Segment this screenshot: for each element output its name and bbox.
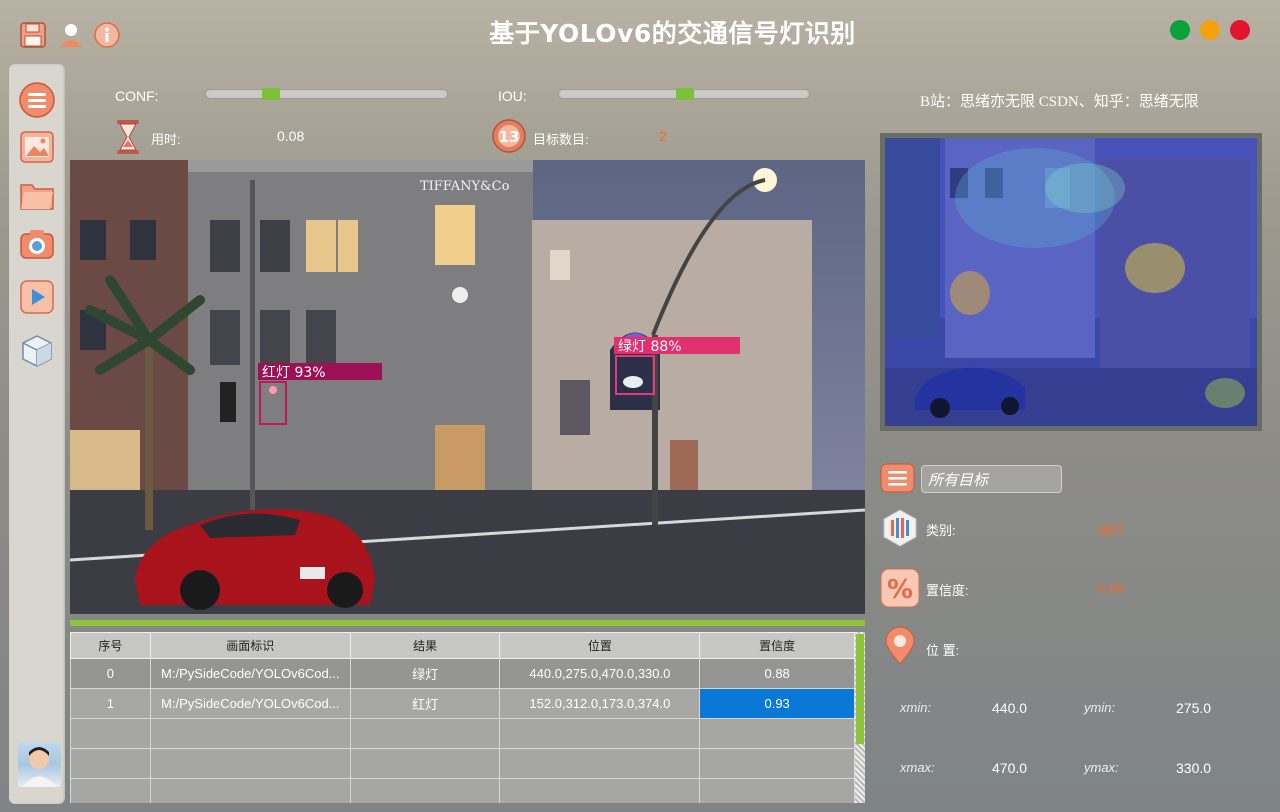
svg-text:%: % [887, 575, 913, 605]
detection-label-red: 红灯 93% [262, 365, 326, 381]
xmin-value: 440.0 [992, 700, 1028, 716]
detection-label-green: 绿灯 88% [618, 339, 682, 355]
cell-result[interactable]: 绿灯 [349, 658, 501, 689]
xmin-label: xmin: [900, 700, 932, 715]
sidebar-item-folder[interactable] [19, 177, 55, 213]
col-source[interactable]: 画面标识 [149, 632, 351, 659]
table-header: 序号 画面标识 结果 位置 置信度 [70, 632, 855, 659]
cell-result[interactable]: 红灯 [349, 688, 501, 719]
cell-confidence[interactable]: 0.88 [699, 658, 855, 689]
col-result[interactable]: 结果 [349, 632, 501, 659]
table-row[interactable]: 0 M:/PySideCode/YOLOv6Cod... 绿灯 440.0,27… [70, 658, 855, 689]
ymin-label: ymin: [1084, 700, 1116, 715]
col-confidence[interactable]: 置信度 [699, 632, 855, 659]
maximize-button[interactable] [1170, 20, 1190, 40]
detection-image: TIFFANY&Co 红灯 93% 绿灯 88% [70, 160, 865, 614]
col-index[interactable]: 序号 [70, 632, 151, 659]
ymax-value: 330.0 [1176, 760, 1212, 776]
col-position[interactable]: 位置 [499, 632, 701, 659]
cell-position[interactable]: 440.0,275.0,470.0,330.0 [499, 658, 701, 689]
iou-label: IOU: [498, 88, 527, 104]
info-icon[interactable] [93, 21, 121, 49]
image-icon [20, 131, 54, 163]
target-select[interactable]: 所有目标 [921, 465, 1062, 493]
conf-slider[interactable] [205, 89, 448, 99]
count-value: 2 [659, 128, 667, 144]
conf-slider-handle[interactable] [262, 88, 280, 100]
credits-text: B站：思绪亦无限 CSDN、知乎：思绪无限 [920, 94, 1199, 110]
table-row[interactable]: 1 M:/PySideCode/YOLOv6Cod... 红灯 152.0,31… [70, 688, 855, 719]
folder-icon [20, 184, 54, 210]
location-pin-icon [880, 626, 920, 666]
sidebar-item-model[interactable] [19, 333, 55, 369]
ymax-label: ymax: [1084, 760, 1119, 775]
confidence-label: 置信度: [926, 583, 969, 598]
sidebar-item-camera[interactable] [19, 226, 55, 262]
count-label: 目标数目: [533, 132, 589, 147]
time-label: 用时: [151, 132, 181, 147]
svg-text:13: 13 [499, 128, 520, 146]
target-count-icon: 13 [492, 119, 526, 153]
results-table[interactable]: 序号 画面标识 结果 位置 置信度 0 M:/PySideCode/YOLOv6… [70, 632, 865, 803]
ymin-value: 275.0 [1176, 700, 1212, 716]
svg-text:TIFFANY&Co: TIFFANY&Co [420, 179, 510, 194]
conf-label: CONF: [115, 88, 159, 104]
cell-confidence-selected[interactable]: 0.93 [699, 688, 855, 719]
menu-icon [19, 82, 55, 118]
table-row-empty [70, 718, 855, 749]
cube-icon [22, 335, 52, 367]
minimize-button[interactable] [1200, 20, 1220, 40]
confidence-value: 0.88 [1098, 581, 1124, 596]
cell-source[interactable]: M:/PySideCode/YOLOv6Cod... [149, 658, 351, 689]
table-row-empty [70, 748, 855, 779]
progress-bar [70, 620, 865, 626]
table-scrollbar-thumb[interactable] [856, 634, 864, 744]
table-row-empty [70, 778, 855, 803]
user-icon[interactable] [57, 21, 85, 49]
xmax-label: xmax: [900, 760, 935, 775]
cell-index[interactable]: 0 [70, 658, 151, 689]
class-label: 类别: [926, 523, 956, 538]
sidebar-item-video[interactable] [19, 279, 55, 315]
time-value: 0.08 [277, 128, 305, 144]
play-icon [20, 280, 54, 314]
sidebar [9, 64, 65, 804]
hourglass-icon [114, 119, 142, 155]
percent-icon: % [880, 568, 920, 608]
cell-source[interactable]: M:/PySideCode/YOLOv6Cod... [149, 688, 351, 719]
sidebar-item-image[interactable] [19, 129, 55, 165]
avatar[interactable] [18, 742, 61, 787]
close-button[interactable] [1230, 20, 1250, 40]
iou-slider-handle[interactable] [676, 88, 694, 100]
cell-position[interactable]: 152.0,312.0,173.0,374.0 [499, 688, 701, 719]
xmax-value: 470.0 [992, 760, 1028, 776]
category-icon [880, 508, 920, 548]
camera-icon [20, 230, 54, 259]
cell-index[interactable]: 1 [70, 688, 151, 719]
heatmap-image [880, 133, 1262, 431]
class-value: 绿灯 [1098, 523, 1125, 538]
position-label: 位 置: [926, 643, 960, 658]
target-menu-icon[interactable] [880, 463, 915, 493]
sidebar-item-menu[interactable] [19, 82, 55, 118]
app-title: 基于YOLOv6的交通信号灯识别 [489, 19, 856, 48]
save-icon[interactable] [19, 21, 47, 49]
